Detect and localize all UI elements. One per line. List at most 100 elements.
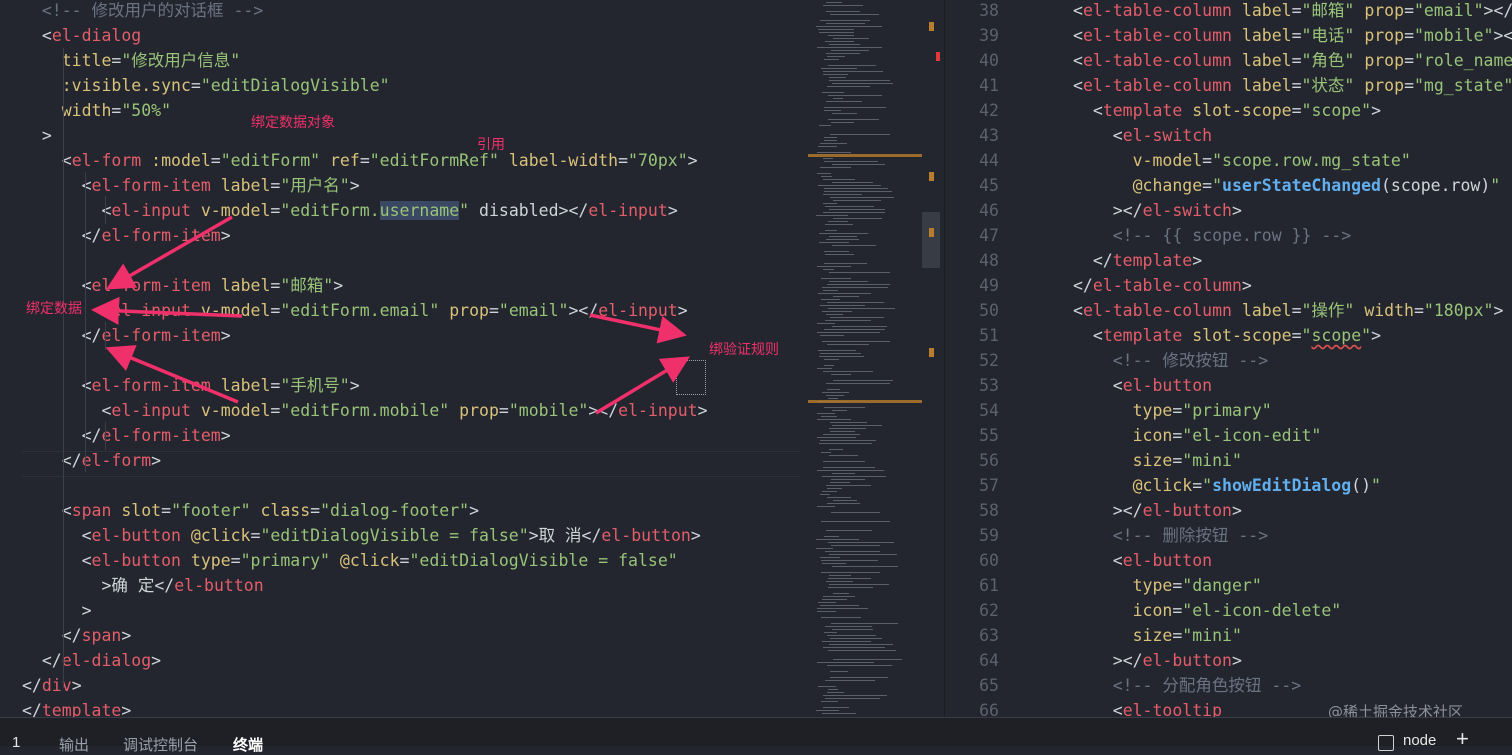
code-line[interactable]: 43 <el-switch — [945, 123, 1512, 148]
minimap-line — [831, 545, 880, 546]
minimap-line — [829, 77, 846, 78]
minimap-line — [818, 29, 854, 30]
line-number: 60 — [979, 551, 999, 570]
minimap-line — [830, 677, 888, 678]
code-line[interactable]: 39 <el-table-column label="电话" prop="mobi… — [945, 23, 1512, 48]
minimap-line — [824, 137, 837, 138]
minimap-line — [824, 251, 849, 252]
code-line[interactable]: 61 type="danger" — [945, 573, 1512, 598]
minimap-line — [824, 161, 878, 162]
minimap-line — [827, 503, 860, 504]
minimap-line — [823, 179, 855, 180]
code-line[interactable]: 45 @change="userStateChanged(scope.row)" — [945, 173, 1512, 198]
minimap-line — [826, 383, 890, 384]
minimap-line — [827, 635, 876, 636]
minimap-line — [823, 74, 848, 75]
new-terminal-icon[interactable]: + — [1456, 726, 1469, 752]
editor-pane-right[interactable]: 38 <el-table-column label="邮箱" prop="emai… — [944, 0, 1512, 717]
minimap-line — [833, 380, 893, 381]
minimap-line — [816, 26, 882, 27]
code-line[interactable]: 46 ></el-switch> — [945, 198, 1512, 223]
minimap-slider[interactable] — [922, 212, 940, 268]
code-line[interactable]: 42 <template slot-scope="scope"> — [945, 98, 1512, 123]
minimap-line — [826, 530, 872, 531]
line-number: 53 — [979, 376, 999, 395]
minimap-line — [826, 314, 843, 315]
line-number: 46 — [979, 201, 999, 220]
minimap-line — [826, 11, 860, 12]
minimap-line — [817, 611, 836, 612]
code-line[interactable]: 57 @click="showEditDialog()" — [945, 473, 1512, 498]
terminal-selector[interactable]: node — [1403, 732, 1436, 749]
minimap-line — [822, 641, 871, 642]
code-line[interactable]: 52 <!-- 修改按钮 --> — [945, 348, 1512, 373]
minimap-line — [816, 539, 859, 540]
minimap-line — [828, 689, 838, 690]
arrow-to-rules-email — [589, 313, 687, 344]
minimap-line — [827, 389, 840, 390]
minimap-line — [818, 146, 837, 147]
minimap-line — [821, 521, 890, 522]
minimap-line — [822, 392, 849, 393]
code-line[interactable]: 58 ></el-button> — [945, 498, 1512, 523]
minimap-line — [817, 413, 835, 414]
terminal-icon[interactable] — [1378, 735, 1394, 751]
code-line[interactable]: 65 <!-- 分配角色按钮 --> — [945, 673, 1512, 698]
minimap-line — [823, 461, 865, 462]
code-line[interactable]: 51 <template slot-scope="scope"> — [945, 323, 1512, 348]
minimap[interactable] — [808, 0, 940, 717]
code-line[interactable]: 50 <el-table-column label="操作" width="180… — [945, 298, 1512, 323]
minimap-line — [829, 281, 868, 282]
minimap-line — [827, 86, 870, 87]
minimap-line — [823, 269, 834, 270]
minimap-line — [823, 194, 862, 195]
minimap-line — [827, 665, 892, 666]
minimap-line — [817, 47, 882, 48]
code-line[interactable]: 60 <el-button — [945, 548, 1512, 573]
minimap-line — [824, 140, 837, 141]
code-line[interactable]: 55 icon="el-icon-edit" — [945, 423, 1512, 448]
minimap-line — [826, 239, 859, 240]
minimap-line — [822, 92, 844, 93]
code-line[interactable]: 64 ></el-button> — [945, 648, 1512, 673]
code-line[interactable]: 63 size="mini" — [945, 623, 1512, 648]
code-line[interactable]: 59 <!-- 删除按钮 --> — [945, 523, 1512, 548]
code-line[interactable]: 54 type="primary" — [945, 398, 1512, 423]
code-line[interactable]: 38 <el-table-column label="邮箱" prop="emai… — [945, 0, 1512, 23]
minimap-line — [827, 344, 869, 345]
code-line[interactable]: 41 <el-table-column label="状态" prop="mg_s… — [945, 73, 1512, 98]
minimap-line — [832, 245, 876, 246]
minimap-line — [827, 497, 851, 498]
minimap-line — [826, 23, 865, 24]
minimap-line — [817, 332, 880, 333]
code-line[interactable]: 49 </el-table-column> — [945, 273, 1512, 298]
bottom-panel: 1 输出 调试控制台 终端 node + — [0, 717, 1512, 754]
minimap-line — [829, 644, 893, 645]
code-line[interactable]: 56 size="mini" — [945, 448, 1512, 473]
code-line[interactable]: 48 </template> — [945, 248, 1512, 273]
code-line[interactable]: 53 <el-button — [945, 373, 1512, 398]
code-editor[interactable]: <!-- 修改用户的对话框 --> <el-dialog title="修改用户… — [0, 0, 1512, 721]
minimap-line — [833, 593, 849, 594]
line-number: 61 — [979, 576, 999, 595]
minimap-line — [820, 335, 844, 336]
line-number: 49 — [979, 276, 999, 295]
annotation-reference: 引用 — [477, 137, 505, 153]
minimap-line — [832, 566, 898, 567]
minimap-line — [824, 191, 892, 192]
minimap-line — [824, 536, 839, 537]
code-line[interactable]: 47 <!-- {{ scope.row }} --> — [945, 223, 1512, 248]
minimap-line — [823, 434, 860, 435]
code-line[interactable]: 40 <el-table-column label="角色" prop="role… — [945, 48, 1512, 73]
minimap-line — [831, 479, 865, 480]
code-line[interactable]: 44 v-model="scope.row.mg_state" — [945, 148, 1512, 173]
minimap-line — [817, 152, 851, 153]
annotation-arrows — [91, 215, 690, 415]
minimap-line — [822, 563, 846, 564]
minimap-line — [829, 449, 843, 450]
minimap-line — [829, 209, 885, 210]
minimap-line — [830, 638, 882, 639]
minimap-line — [828, 578, 871, 579]
minimap-line — [824, 329, 885, 330]
code-line[interactable]: 62 icon="el-icon-delete" — [945, 598, 1512, 623]
